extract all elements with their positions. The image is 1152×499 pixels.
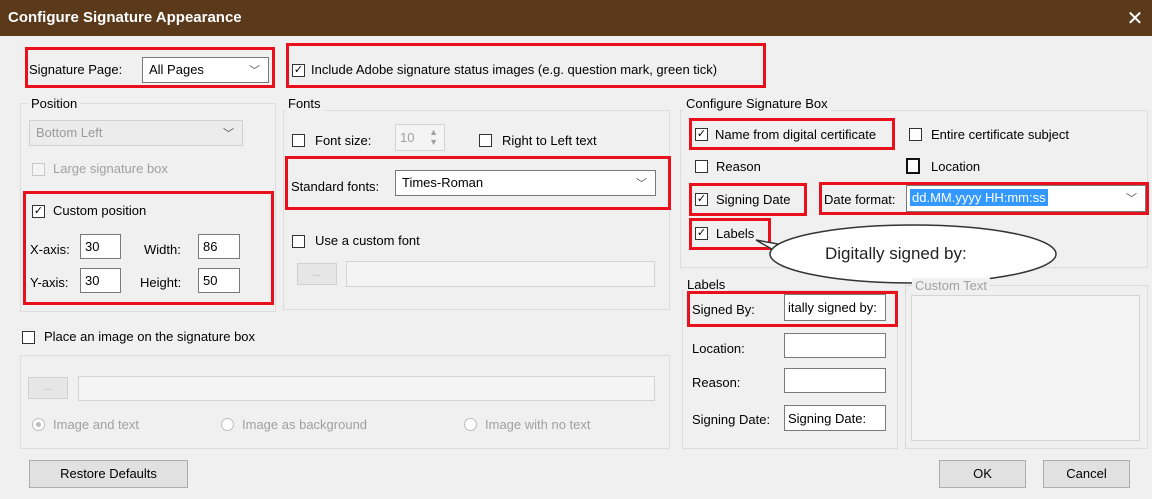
width-label: Width: bbox=[144, 242, 181, 257]
font-size-checkbox[interactable] bbox=[292, 134, 305, 147]
ok-button[interactable]: OK bbox=[939, 460, 1026, 488]
close-icon[interactable]: ✕ bbox=[1124, 6, 1146, 31]
position-preset-select[interactable]: Bottom Left ﹀ bbox=[29, 120, 243, 146]
radio-image-as-background[interactable] bbox=[221, 418, 234, 431]
rtl-label: Right to Left text bbox=[502, 133, 597, 148]
chevron-down-icon: ﹀ bbox=[249, 65, 260, 77]
callout-text: Digitally signed by: bbox=[825, 244, 967, 263]
radio-image-no-text-label: Image with no text bbox=[485, 417, 591, 432]
reason-input[interactable] bbox=[784, 368, 886, 393]
labels-checkbox[interactable]: ✓ bbox=[695, 227, 708, 240]
standard-fonts-value: Times-Roman bbox=[402, 175, 484, 190]
custom-font-path-input[interactable] bbox=[346, 261, 655, 287]
signed-by-value: itally signed by: bbox=[788, 300, 877, 315]
name-cert-checkbox[interactable]: ✓ bbox=[695, 128, 708, 141]
reason-label: Reason bbox=[716, 159, 761, 174]
restore-defaults-button[interactable]: Restore Defaults bbox=[29, 460, 188, 488]
radio-image-no-text[interactable] bbox=[464, 418, 477, 431]
image-group bbox=[20, 355, 670, 449]
custom-text-group-label: Custom Text bbox=[912, 278, 991, 293]
large-box-label: Large signature box bbox=[53, 161, 168, 176]
custom-position-label: Custom position bbox=[53, 203, 147, 218]
radio-image-and-text[interactable] bbox=[32, 418, 45, 431]
radio-image-as-background-label: Image as background bbox=[242, 417, 368, 432]
y-axis-value: 30 bbox=[85, 273, 100, 288]
signing-date-field-label: Signing Date: bbox=[692, 412, 771, 427]
custom-position-checkbox[interactable]: ✓ bbox=[32, 205, 45, 218]
large-box-checkbox[interactable] bbox=[32, 163, 45, 176]
x-axis-label: X-axis: bbox=[30, 242, 70, 257]
height-label: Height: bbox=[140, 275, 182, 290]
image-browse-button[interactable]: ... bbox=[28, 377, 68, 399]
font-size-value: 10 bbox=[400, 130, 415, 145]
width-input[interactable]: 86 bbox=[198, 234, 240, 259]
chevron-down-icon: ﹀ bbox=[636, 178, 647, 190]
entire-subject-checkbox[interactable] bbox=[909, 128, 922, 141]
include-status-checkbox[interactable]: ✓ bbox=[292, 64, 305, 77]
window-title: Configure Signature Appearance bbox=[8, 9, 242, 26]
signed-by-label: Signed By: bbox=[692, 302, 755, 317]
custom-font-label: Use a custom font bbox=[315, 233, 420, 248]
reason-checkbox[interactable] bbox=[695, 160, 708, 173]
signature-page-label: Signature Page: bbox=[29, 62, 123, 77]
x-axis-value: 30 bbox=[85, 239, 100, 254]
signature-page-select[interactable]: All Pages ﹀ bbox=[142, 57, 269, 83]
entire-subject-label: Entire certificate subject bbox=[931, 127, 1070, 142]
place-image-checkbox[interactable] bbox=[22, 331, 35, 344]
height-value: 50 bbox=[203, 273, 218, 288]
position-group-label: Position bbox=[28, 96, 81, 111]
y-axis-input[interactable]: 30 bbox=[80, 268, 121, 293]
custom-text-area[interactable] bbox=[911, 295, 1140, 441]
place-image-label: Place an image on the signature box bbox=[44, 329, 256, 344]
location-label: Location bbox=[931, 159, 981, 174]
signed-by-input[interactable]: itally signed by: bbox=[784, 294, 886, 321]
font-size-label: Font size: bbox=[315, 133, 372, 148]
reason-field-label: Reason: bbox=[692, 375, 741, 390]
signature-page-value: All Pages bbox=[149, 62, 204, 77]
chevron-down-icon: ﹀ bbox=[1126, 193, 1137, 205]
rtl-checkbox[interactable] bbox=[479, 134, 492, 147]
date-format-select[interactable]: dd.MM.yyyy HH:mm:ss ﹀ bbox=[906, 185, 1146, 212]
cancel-button[interactable]: Cancel bbox=[1043, 460, 1130, 488]
y-axis-label: Y-axis: bbox=[30, 275, 69, 290]
name-cert-label: Name from digital certificate bbox=[715, 127, 877, 142]
x-axis-input[interactable]: 30 bbox=[80, 234, 121, 259]
signing-date-checkbox[interactable]: ✓ bbox=[695, 193, 708, 206]
signature-box-group-label: Configure Signature Box bbox=[683, 96, 831, 111]
labels-group-label: Labels bbox=[684, 277, 729, 292]
signing-date-value: Signing Date: bbox=[788, 411, 867, 426]
location-checkbox-icon[interactable] bbox=[906, 158, 920, 174]
location-input[interactable] bbox=[784, 333, 886, 358]
font-size-spinner[interactable]: 10 ▲ ▼ bbox=[395, 124, 445, 151]
location-field-label: Location: bbox=[692, 341, 745, 356]
radio-image-and-text-label: Image and text bbox=[53, 417, 139, 432]
chevron-down-icon: ﹀ bbox=[223, 128, 234, 140]
signing-date-label: Signing Date bbox=[716, 192, 791, 207]
width-value: 86 bbox=[203, 239, 218, 254]
custom-font-checkbox[interactable] bbox=[292, 235, 305, 248]
signing-date-input[interactable]: Signing Date: bbox=[784, 405, 886, 431]
height-input[interactable]: 50 bbox=[198, 268, 240, 293]
position-preset-value: Bottom Left bbox=[36, 125, 103, 140]
standard-fonts-select[interactable]: Times-Roman ﹀ bbox=[395, 170, 656, 196]
standard-fonts-label: Standard fonts: bbox=[291, 179, 380, 194]
date-format-label: Date format: bbox=[824, 192, 896, 207]
date-format-value: dd.MM.yyyy HH:mm:ss bbox=[910, 189, 1048, 206]
include-status-label: Include Adobe signature status images (e… bbox=[311, 62, 718, 77]
image-path-input[interactable] bbox=[78, 376, 655, 401]
fonts-group-label: Fonts bbox=[285, 96, 324, 111]
custom-font-browse-button[interactable]: ... bbox=[297, 263, 337, 285]
spinner-arrows-icon: ▲ ▼ bbox=[429, 127, 438, 147]
